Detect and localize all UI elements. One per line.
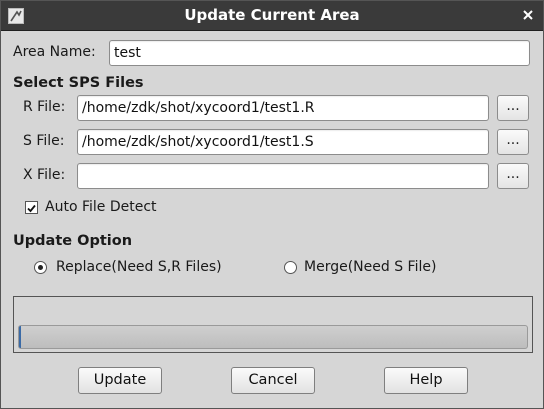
replace-label: Replace(Need S,R Files) xyxy=(56,259,222,275)
progress-frame xyxy=(13,296,533,353)
window-title: Update Current Area xyxy=(184,6,360,24)
help-button[interactable]: Help xyxy=(384,367,468,394)
auto-file-detect-label: Auto File Detect xyxy=(45,199,157,215)
update-option-heading: Update Option xyxy=(13,233,133,249)
progress-bar xyxy=(18,325,528,349)
auto-file-detect-checkbox[interactable] xyxy=(25,201,38,214)
s-file-label: S File: xyxy=(23,133,65,149)
cancel-button[interactable]: Cancel xyxy=(231,367,315,394)
r-file-browse-button[interactable]: ... xyxy=(497,95,529,121)
merge-radio[interactable] xyxy=(284,261,297,274)
r-file-input[interactable]: /home/zdk/shot/xycoord1/test1.R xyxy=(77,95,489,121)
progress-fill xyxy=(19,326,21,348)
x-file-input[interactable] xyxy=(77,163,489,189)
x-file-browse-button[interactable]: ... xyxy=(497,163,529,189)
area-name-input[interactable]: test xyxy=(109,40,530,66)
close-icon[interactable] xyxy=(521,8,535,22)
s-file-input[interactable]: /home/zdk/shot/xycoord1/test1.S xyxy=(77,129,489,155)
update-button[interactable]: Update xyxy=(78,367,162,394)
update-area-dialog: Update Current Area Area Name: test Sele… xyxy=(0,0,544,409)
area-name-label: Area Name: xyxy=(13,44,96,60)
title-bar[interactable]: Update Current Area xyxy=(1,1,543,31)
s-file-browse-button[interactable]: ... xyxy=(497,129,529,155)
x-file-label: X File: xyxy=(23,167,66,183)
r-file-label: R File: xyxy=(23,99,66,115)
merge-label: Merge(Need S File) xyxy=(304,259,437,275)
sps-files-heading: Select SPS Files xyxy=(13,75,144,91)
replace-radio[interactable] xyxy=(34,261,47,274)
checkmark-icon xyxy=(27,204,36,213)
